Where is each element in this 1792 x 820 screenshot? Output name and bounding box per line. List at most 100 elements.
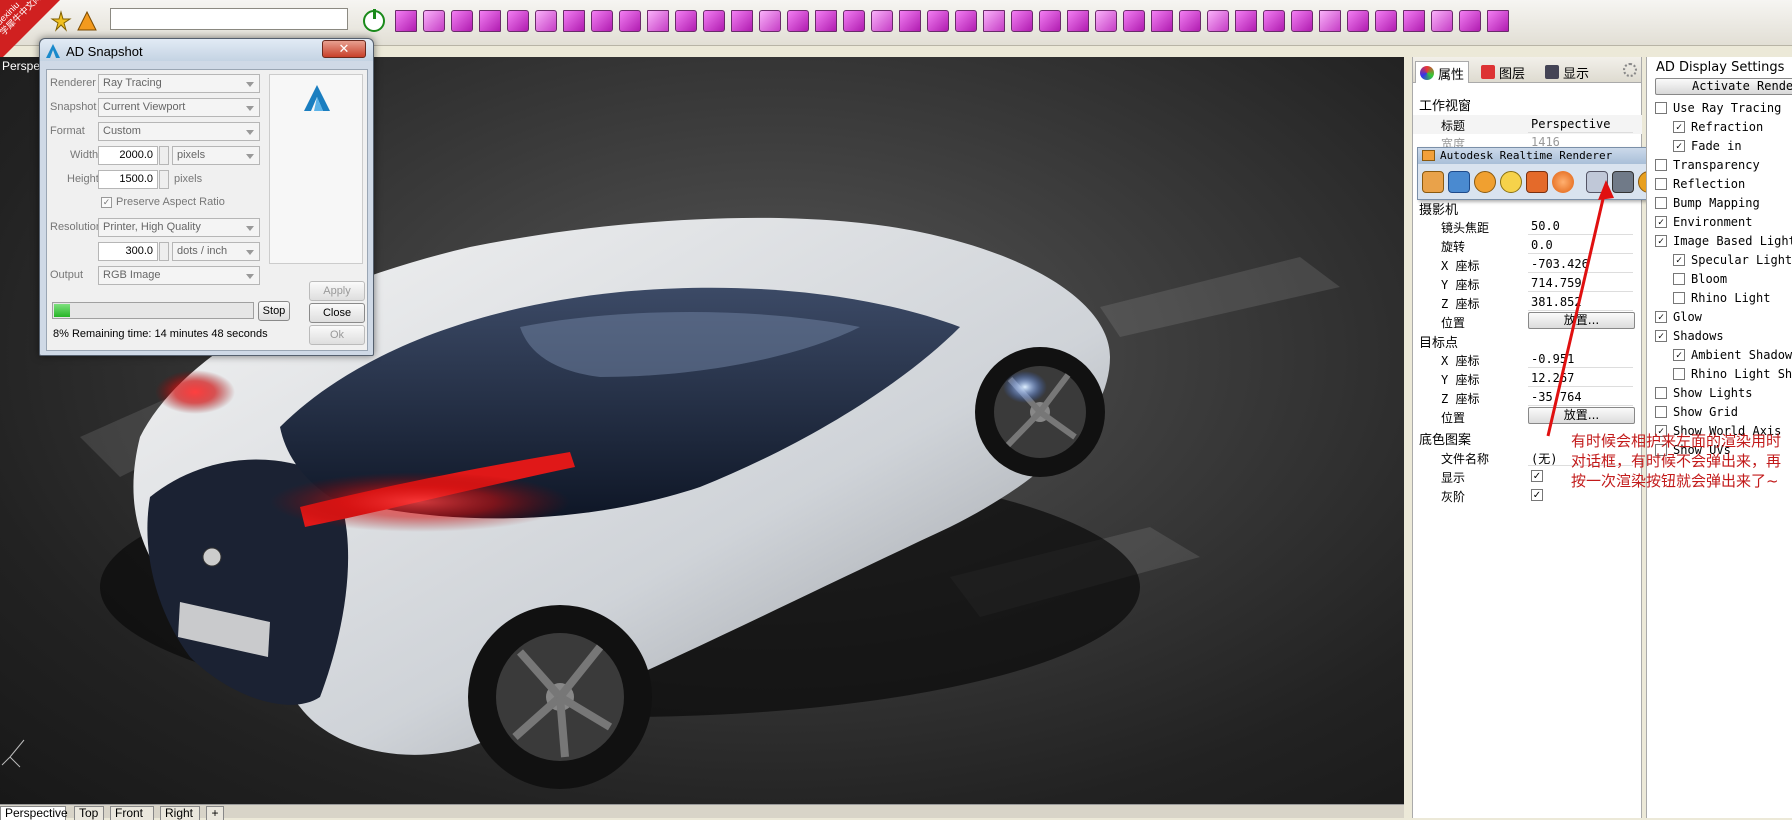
viewport-title[interactable]: Perspe: [0, 57, 42, 75]
ribbon-tool-icon[interactable]: [1067, 10, 1089, 32]
gear-icon[interactable]: [1623, 63, 1637, 77]
tab-properties[interactable]: 属性: [1415, 61, 1470, 83]
surface-tool-icon[interactable]: [507, 10, 529, 32]
snapshot-select[interactable]: Current Viewport: [98, 98, 260, 117]
watermark-logo: xuexiniu 学犀牛中文网: [0, 0, 60, 60]
sweep-tool-icon[interactable]: [1123, 10, 1145, 32]
width-spinner[interactable]: [159, 146, 169, 165]
wave-tool-icon[interactable]: [1347, 10, 1369, 32]
height-spinner[interactable]: [159, 170, 169, 189]
setting-checkbox[interactable]: [1655, 406, 1667, 418]
ok-button[interactable]: Ok: [309, 325, 365, 345]
setting-checkbox[interactable]: [1655, 387, 1667, 399]
box-tool-icon[interactable]: [395, 10, 417, 32]
resolution-select[interactable]: Printer, High Quality: [98, 218, 260, 237]
hand-tool-icon[interactable]: [1151, 10, 1173, 32]
setting-checkbox[interactable]: [1673, 292, 1685, 304]
refresh-icon[interactable]: [1474, 171, 1496, 193]
height-input[interactable]: 1500.0: [98, 170, 158, 189]
title-field[interactable]: Perspective: [1528, 116, 1633, 133]
box-3d-tool-icon[interactable]: [423, 10, 445, 32]
renderer-select[interactable]: Ray Tracing: [98, 74, 260, 93]
setting-checkbox[interactable]: ✓: [1655, 216, 1667, 228]
eye-icon[interactable]: [1500, 171, 1522, 193]
close-button[interactable]: Close: [309, 303, 365, 323]
setting-checkbox[interactable]: ✓: [1655, 330, 1667, 342]
plane-tool-icon[interactable]: [1375, 10, 1397, 32]
tab-layers[interactable]: 图层: [1477, 61, 1529, 83]
morph-tool-icon[interactable]: [899, 10, 921, 32]
apply-button[interactable]: Apply: [309, 281, 365, 301]
setting-label: Show Lights: [1673, 386, 1753, 400]
arch-tool-icon[interactable]: [619, 10, 641, 32]
walker-tool-icon[interactable]: [1011, 10, 1033, 32]
tab-display[interactable]: 显示: [1541, 61, 1593, 83]
move-tool-icon[interactable]: [1263, 10, 1285, 32]
format-select[interactable]: Custom: [98, 122, 260, 141]
slab-tool-icon[interactable]: [1403, 10, 1425, 32]
lattice-tool-icon[interactable]: [955, 10, 977, 32]
curve-tool-icon[interactable]: [451, 10, 473, 32]
stop-button[interactable]: Stop: [258, 301, 290, 321]
dots-tool-icon[interactable]: [1095, 10, 1117, 32]
setting-checkbox[interactable]: ✓: [1655, 235, 1667, 247]
ad-display-title: AD Display Settings: [1656, 60, 1785, 75]
output-select[interactable]: RGB Image: [98, 266, 260, 285]
pentagon-tool-icon[interactable]: [1319, 10, 1341, 32]
setting-checkbox[interactable]: ✓: [1673, 254, 1685, 266]
checkbox-tool-icon[interactable]: [843, 10, 865, 32]
grid-2-tool-icon[interactable]: [871, 10, 893, 32]
wallpaper-gray-checkbox[interactable]: ✓: [1531, 489, 1543, 501]
dpi-unit-select[interactable]: dots / inch: [172, 242, 260, 261]
mirror-tool-icon[interactable]: [1431, 10, 1453, 32]
width-input[interactable]: 2000.0: [98, 146, 158, 165]
cross-tool-icon[interactable]: [1179, 10, 1201, 32]
dialog-titlebar[interactable]: AD Snapshot ✕: [40, 39, 373, 61]
preserve-aspect-checkbox[interactable]: ✓: [101, 197, 112, 208]
setting-checkbox[interactable]: [1655, 178, 1667, 190]
twist-tool-icon[interactable]: [647, 10, 669, 32]
branch-tool-icon[interactable]: [1207, 10, 1229, 32]
rotate-tool-icon[interactable]: [1291, 10, 1313, 32]
zoom-extents-icon[interactable]: [1448, 171, 1470, 193]
command-input[interactable]: [110, 8, 348, 30]
setting-checkbox[interactable]: [1673, 368, 1685, 380]
setting-checkbox[interactable]: [1673, 273, 1685, 285]
fold-tool-icon[interactable]: [675, 10, 697, 32]
extrude-tool-icon[interactable]: [703, 10, 725, 32]
dialog-close-button[interactable]: ✕: [322, 40, 366, 58]
activate-render-button[interactable]: Activate Render: [1655, 78, 1792, 95]
cube-tool-icon[interactable]: [731, 10, 753, 32]
prop-key: 文件名称: [1441, 452, 1490, 466]
prop-key: 灰阶: [1441, 490, 1466, 504]
power-icon[interactable]: [363, 9, 385, 32]
cage-tool-icon[interactable]: [787, 10, 809, 32]
gear-tool-icon[interactable]: [1487, 10, 1509, 32]
wallpaper-show-checkbox[interactable]: ✓: [1531, 470, 1543, 482]
triangle-icon[interactable]: [76, 10, 98, 32]
scissor-tool-icon[interactable]: [1235, 10, 1257, 32]
sphere-tool-icon[interactable]: [1459, 10, 1481, 32]
dpi-spinner[interactable]: [159, 242, 169, 261]
figure-tool-icon[interactable]: [983, 10, 1005, 32]
setting-checkbox[interactable]: ✓: [1673, 140, 1685, 152]
dpi-input[interactable]: 300.0: [98, 242, 158, 261]
flow-tool-icon[interactable]: [563, 10, 585, 32]
x-shape-tool-icon[interactable]: [927, 10, 949, 32]
shear-tool-icon[interactable]: [759, 10, 781, 32]
arrow-tool-icon[interactable]: [535, 10, 557, 32]
setting-checkbox[interactable]: ✓: [1673, 121, 1685, 133]
setting-label: Specular Lighting: [1691, 253, 1792, 267]
setting-checkbox[interactable]: ✓: [1673, 349, 1685, 361]
setting-checkbox[interactable]: [1655, 102, 1667, 114]
render-window-icon[interactable]: [1422, 171, 1444, 193]
setting-checkbox[interactable]: ✓: [1655, 311, 1667, 323]
ad-snapshot-dialog: AD Snapshot ✕ Renderer Ray Tracing Snaps…: [39, 38, 374, 356]
setting-checkbox[interactable]: [1655, 197, 1667, 209]
flip-tool-icon[interactable]: [1039, 10, 1061, 32]
setting-checkbox[interactable]: [1655, 159, 1667, 171]
array-tool-icon[interactable]: [479, 10, 501, 32]
bend-tool-icon[interactable]: [591, 10, 613, 32]
width-unit-select[interactable]: pixels: [172, 146, 260, 165]
grid-tool-icon[interactable]: [815, 10, 837, 32]
